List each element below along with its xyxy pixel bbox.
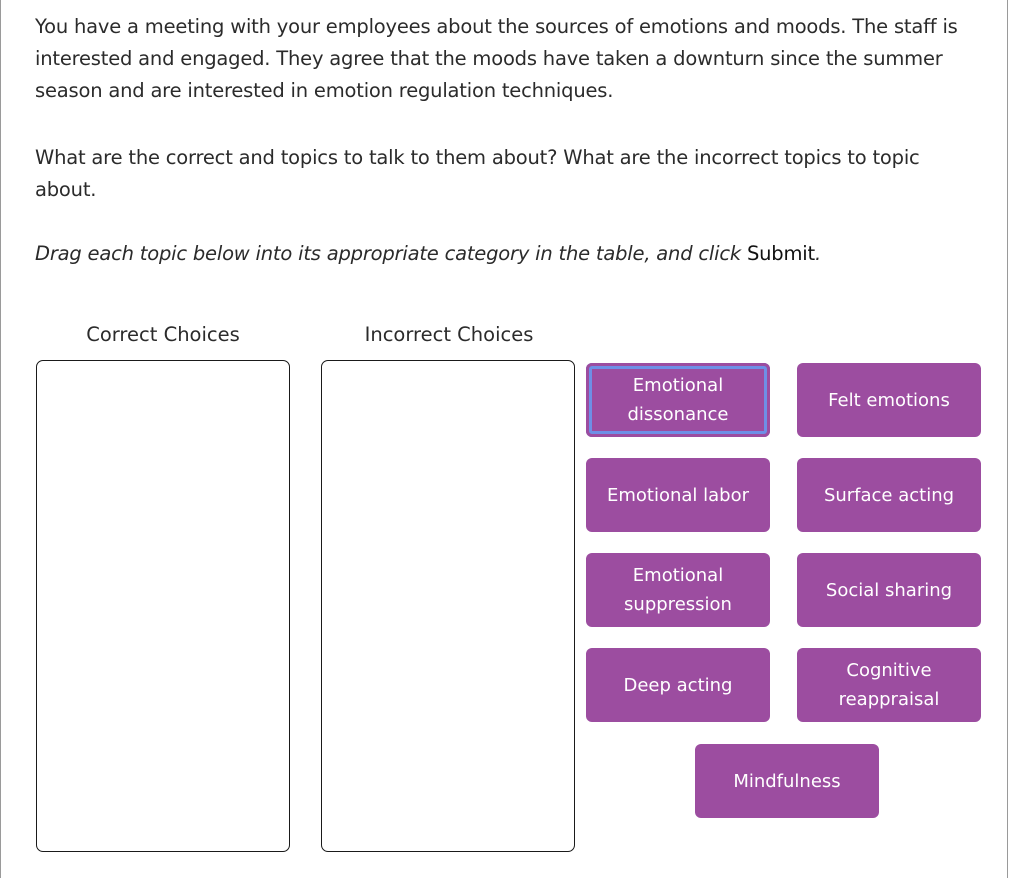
chip-label: Mindfulness bbox=[733, 770, 841, 792]
chip-surface-acting[interactable]: Surface acting bbox=[797, 458, 981, 532]
incorrect-choices-dropzone[interactable] bbox=[321, 360, 575, 852]
chip-label: Surface acting bbox=[823, 484, 955, 506]
chip-emotional-dissonance[interactable]: Emotional dissonance bbox=[586, 363, 770, 437]
instruction-suffix: . bbox=[814, 242, 821, 265]
chip-label: Felt emotions bbox=[828, 389, 950, 411]
chip-emotional-suppression[interactable]: Emotional suppression bbox=[586, 553, 770, 627]
instruction-text: Drag each topic below into its appropria… bbox=[35, 238, 965, 270]
chip-cognitive-reappraisal[interactable]: Cognitive reappraisal bbox=[797, 648, 981, 722]
correct-choices-dropzone[interactable] bbox=[36, 360, 290, 852]
chip-deep-acting[interactable]: Deep acting bbox=[586, 648, 770, 722]
chip-label: Emotional suppression bbox=[624, 565, 732, 615]
instruction-prefix: Drag each topic below into its appropria… bbox=[35, 242, 747, 265]
question-prompt: What are the correct and topics to talk … bbox=[35, 146, 920, 201]
instruction-submit-word: Submit bbox=[746, 242, 815, 265]
chip-label: Cognitive reappraisal bbox=[838, 660, 940, 710]
chip-label: Emotional dissonance bbox=[627, 375, 729, 425]
chip-label: Social sharing bbox=[825, 579, 953, 601]
chip-label: Emotional labor bbox=[606, 484, 750, 506]
chip-emotional-labor[interactable]: Emotional labor bbox=[586, 458, 770, 532]
chip-mindfulness[interactable]: Mindfulness bbox=[695, 744, 879, 818]
correct-choices-label: Correct Choices bbox=[86, 323, 240, 346]
scenario-text: You have a meeting with your employees a… bbox=[35, 15, 958, 102]
incorrect-choices-label: Incorrect Choices bbox=[364, 323, 534, 346]
chip-felt-emotions[interactable]: Felt emotions bbox=[797, 363, 981, 437]
chip-social-sharing[interactable]: Social sharing bbox=[797, 553, 981, 627]
chip-label: Deep acting bbox=[623, 674, 733, 696]
